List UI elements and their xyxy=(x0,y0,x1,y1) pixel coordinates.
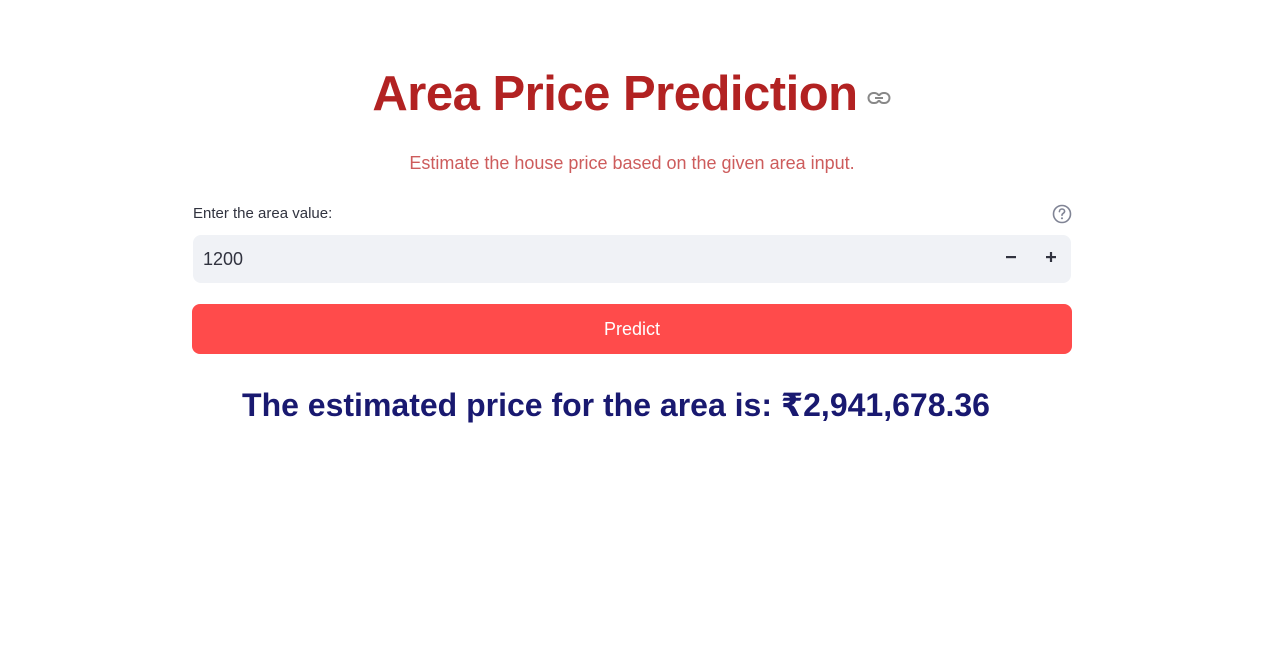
minus-icon xyxy=(1005,250,1017,268)
predict-button[interactable]: Predict xyxy=(192,304,1072,354)
page-subtitle: Estimate the house price based on the gi… xyxy=(409,153,855,173)
prediction-result: The estimated price for the area is: ₹2,… xyxy=(242,387,990,423)
link-icon[interactable] xyxy=(866,85,892,111)
area-input-label: Enter the area value: xyxy=(193,205,333,222)
page-title: Area Price Prediction xyxy=(372,67,858,121)
help-circle-icon[interactable] xyxy=(1051,203,1073,225)
decrement-button[interactable] xyxy=(991,235,1031,283)
title-row: Area Price Prediction xyxy=(0,62,1264,126)
area-number-input xyxy=(193,234,1071,284)
plus-icon xyxy=(1045,250,1057,268)
increment-button[interactable] xyxy=(1031,235,1071,283)
app-page: Area Price Prediction Estimate the house… xyxy=(0,0,1277,669)
area-input-field[interactable] xyxy=(193,234,991,284)
